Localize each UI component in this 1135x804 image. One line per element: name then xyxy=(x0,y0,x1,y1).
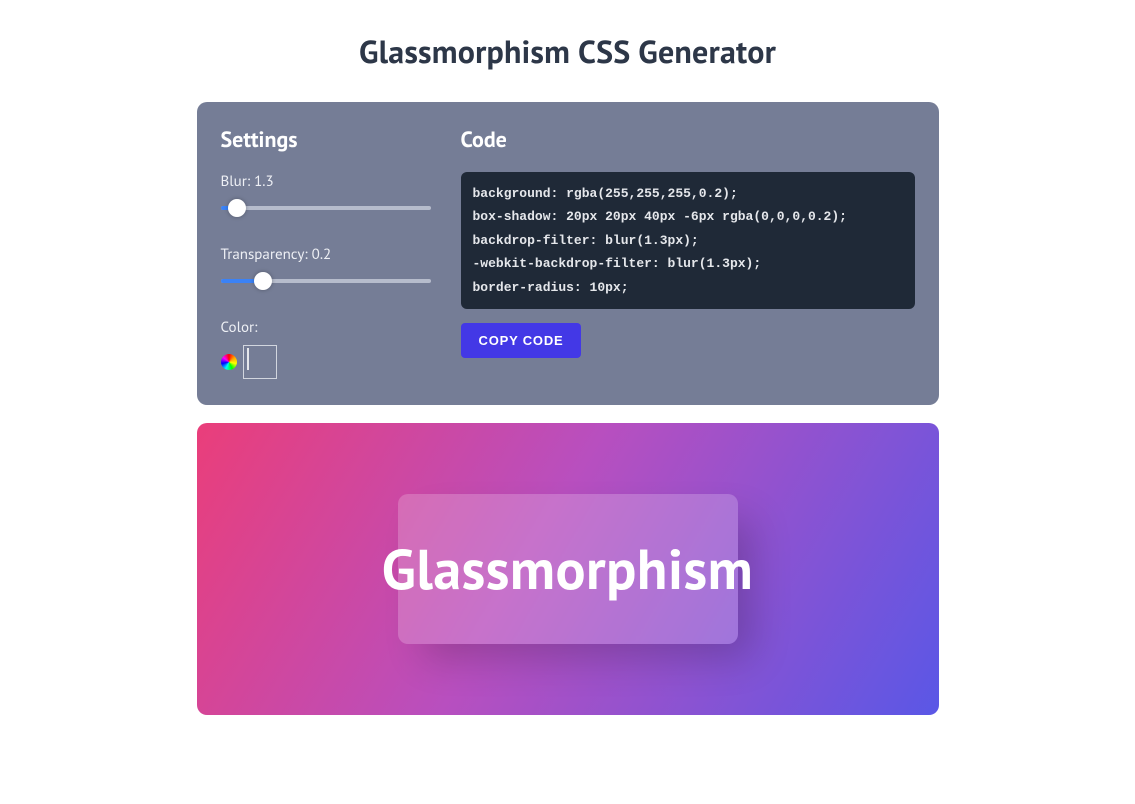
page-title: Glassmorphism CSS Generator xyxy=(197,30,939,72)
preview-area: Glassmorphism xyxy=(197,423,939,715)
transparency-control: Transparency: 0.2 xyxy=(221,245,431,290)
blur-slider-thumb[interactable] xyxy=(228,199,246,217)
settings-code-panel: Settings Blur: 1.3 Transparency: 0.2 Col… xyxy=(197,102,939,405)
transparency-label: Transparency: 0.2 xyxy=(221,245,431,264)
settings-column: Settings Blur: 1.3 Transparency: 0.2 Col… xyxy=(221,126,431,379)
blur-label: Blur: 1.3 xyxy=(221,172,431,191)
code-heading: Code xyxy=(461,126,915,154)
blur-slider[interactable] xyxy=(221,199,431,217)
code-block[interactable]: background: rgba(255,255,255,0.2); box-s… xyxy=(461,172,915,309)
color-swatch-inner xyxy=(247,348,249,370)
color-control: Color: xyxy=(221,318,431,379)
glass-card xyxy=(398,494,738,644)
color-label: Color: xyxy=(221,318,431,337)
copy-code-button[interactable]: COPY CODE xyxy=(461,323,582,358)
settings-heading: Settings xyxy=(221,126,431,154)
transparency-slider[interactable] xyxy=(221,272,431,290)
color-swatch[interactable] xyxy=(243,345,277,379)
color-wheel-icon[interactable] xyxy=(221,354,237,370)
code-column: Code background: rgba(255,255,255,0.2); … xyxy=(461,126,915,379)
transparency-slider-thumb[interactable] xyxy=(254,272,272,290)
blur-control: Blur: 1.3 xyxy=(221,172,431,217)
